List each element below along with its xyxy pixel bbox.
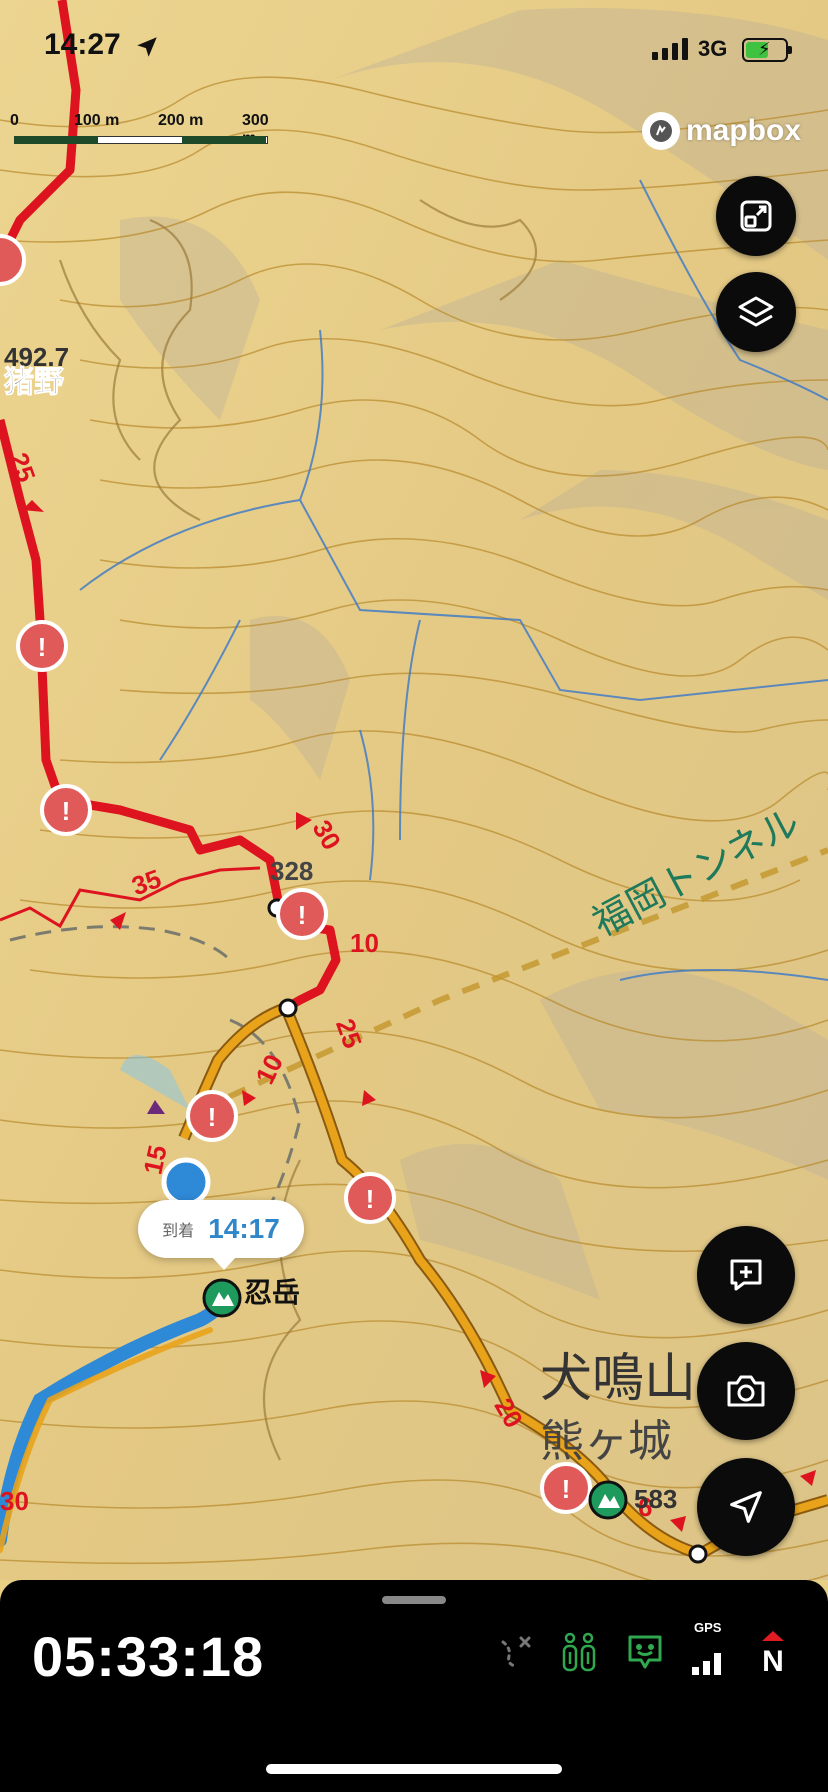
add-note-button[interactable] [697, 1226, 795, 1324]
fullscreen-button[interactable] [716, 176, 796, 256]
network-type: 3G [698, 36, 728, 61]
recenter-location-button[interactable] [697, 1458, 795, 1556]
scale-label: 100 m [74, 112, 120, 129]
gps-label: GPS [694, 1620, 722, 1635]
place-label: 犬鳴山 [540, 1350, 696, 1408]
svg-text:!: ! [562, 1474, 571, 1504]
elevation-label: 583 [634, 1484, 677, 1514]
drag-handle[interactable] [382, 1596, 446, 1604]
home-indicator[interactable] [266, 1764, 562, 1774]
layers-button[interactable] [716, 272, 796, 352]
svg-text:!: ! [38, 632, 47, 662]
arrival-time: 14:17 [208, 1213, 280, 1244]
map-scale-bar: 0 100 m 200 m 300 m [10, 112, 274, 152]
compass-icon[interactable]: N [752, 1628, 794, 1676]
warning-icon[interactable]: ! [540, 1462, 592, 1514]
peak-icon[interactable] [202, 1278, 242, 1318]
signal-icon [652, 38, 688, 60]
warning-icon[interactable]: ! [344, 1172, 396, 1224]
compass-letter: N [762, 1645, 784, 1675]
location-arrow-icon [137, 37, 157, 57]
status-bar: 14:27 3G ⚡ [0, 0, 828, 100]
place-label: 熊ヶ城 [540, 1417, 672, 1466]
arrival-label: 到着 [162, 1223, 195, 1240]
arrival-time-bubble[interactable]: 到着 14:17 [138, 1200, 304, 1270]
peak-icon[interactable] [588, 1480, 628, 1520]
layers-icon [738, 296, 774, 327]
place-label: 猪野 [4, 366, 64, 399]
bottom-panel[interactable]: 05:33:18 GPS N [0, 1580, 828, 1792]
attribution-text: mapbox [686, 114, 802, 147]
place-label: 忍岳 [244, 1277, 300, 1308]
current-location-marker [161, 1157, 211, 1207]
mapbox-attribution[interactable]: mapbox [642, 112, 801, 150]
message-status-icon[interactable] [624, 1628, 666, 1676]
warning-icon[interactable]: ! [16, 620, 68, 672]
scale-label: 200 m [158, 112, 204, 129]
camera-button[interactable] [697, 1342, 795, 1440]
expand-icon [740, 200, 772, 232]
mapbox-logo-icon [642, 112, 680, 150]
elapsed-time: 05:33:18 [32, 1625, 265, 1688]
svg-text:!: ! [298, 900, 307, 930]
route-time-label: 30 [0, 1486, 29, 1516]
warning-icon[interactable]: ! [186, 1090, 238, 1142]
gps-signal-icon[interactable] [688, 1638, 730, 1686]
elevation-label: 328 [270, 856, 313, 886]
camera-icon [727, 1375, 765, 1407]
warning-icon[interactable]: ! [40, 784, 92, 836]
svg-text:!: ! [62, 796, 71, 826]
navigation-arrow-icon [730, 1491, 762, 1523]
status-time: 14:27 [44, 28, 121, 61]
add-note-icon [730, 1259, 762, 1291]
companion-icon[interactable] [558, 1628, 600, 1676]
warning-icon[interactable]: ! [276, 888, 328, 940]
route-off-icon[interactable] [494, 1628, 536, 1676]
svg-text:!: ! [208, 1102, 217, 1132]
route-time-label: 10 [350, 928, 379, 958]
scale-label: 0 [10, 112, 19, 129]
svg-text:!: ! [366, 1184, 375, 1214]
battery-icon: ⚡ [742, 38, 792, 62]
topographic-map[interactable]: 25 35 30 10 10 25 15 20 6 30 492.7 猪野 32… [0, 0, 828, 1580]
